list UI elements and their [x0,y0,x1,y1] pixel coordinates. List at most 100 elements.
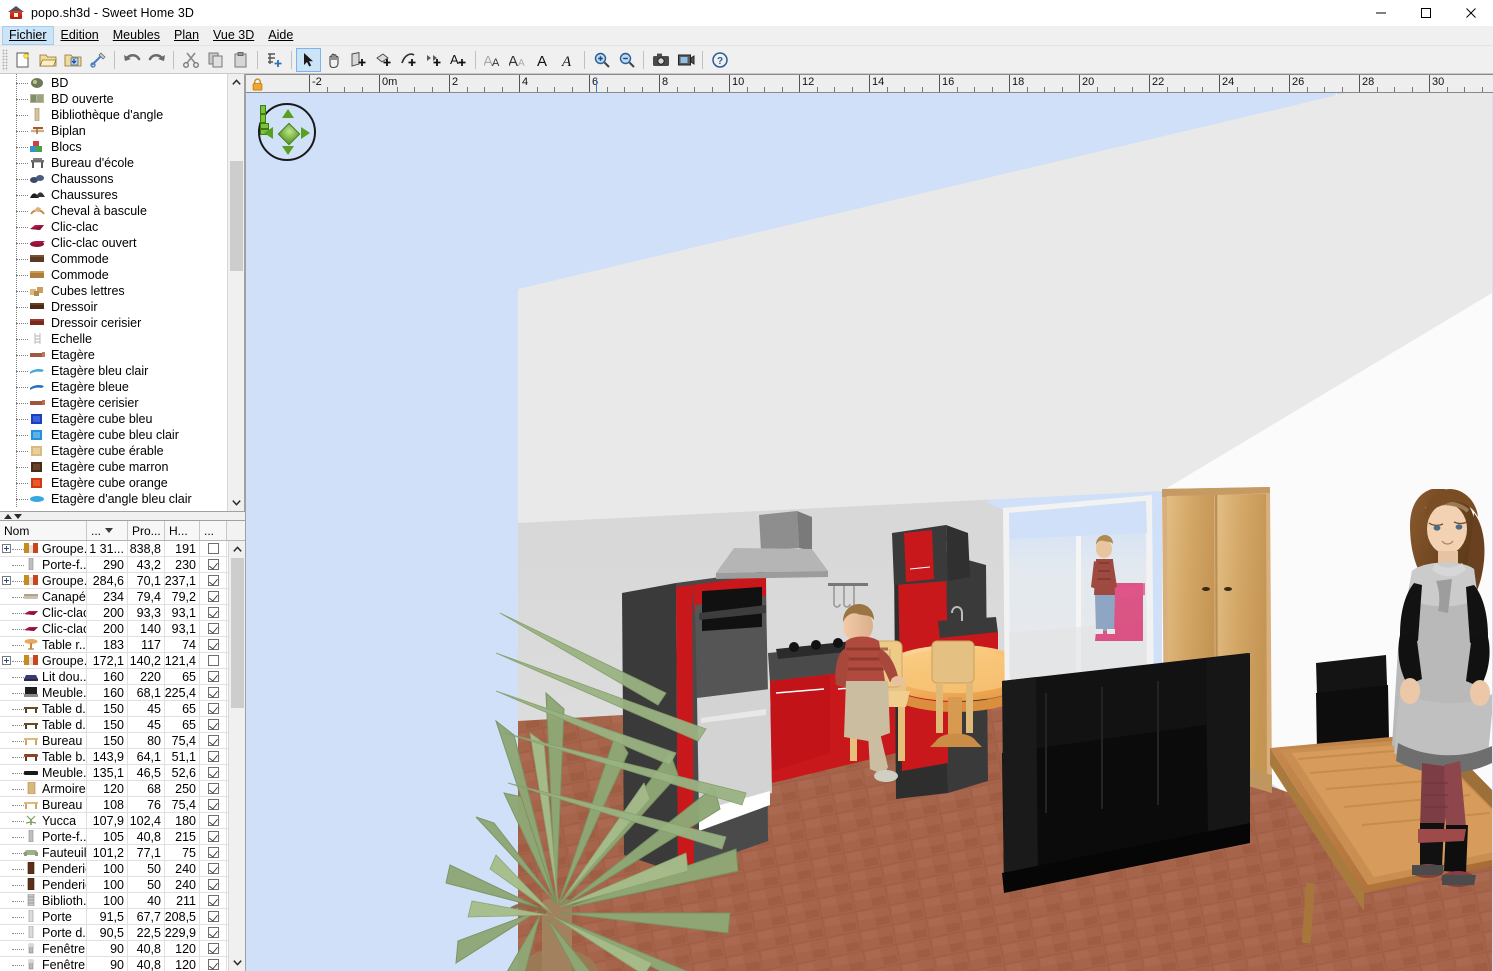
furniture-scroll-down-button[interactable] [229,954,245,971]
cell-visible[interactable] [200,781,227,796]
cell-visible[interactable] [200,557,227,572]
cell-depth[interactable]: 64,1 [128,749,165,764]
catalog-item[interactable]: Etagère cube marron [0,459,227,475]
visibility-checkbox[interactable] [208,911,219,922]
cell-width[interactable]: 100 [87,877,128,892]
cell-width[interactable]: 105 [87,829,128,844]
increase-text-size-icon[interactable]: AA [480,48,505,72]
visibility-checkbox[interactable] [208,623,219,634]
catalog-item[interactable]: Etagère d'angle bleu clair [0,491,227,507]
cell-width[interactable]: 290 [87,557,128,572]
select-tool-icon[interactable] [296,48,321,72]
cell-name[interactable]: Clic-clac [0,621,87,636]
cell-visible[interactable] [200,925,227,940]
furniture-scroll-thumb[interactable] [231,558,244,708]
italic-icon[interactable]: A [555,48,580,72]
cell-width[interactable]: 100 [87,861,128,876]
nav-center-knob[interactable] [278,123,301,146]
cell-visible[interactable] [200,653,227,668]
cell-depth[interactable]: 68,1 [128,685,165,700]
table-row[interactable]: Canapé23479,479,2 [0,589,228,605]
cell-name[interactable]: Yucca [0,813,87,828]
visibility-checkbox[interactable] [208,815,219,826]
bold-icon[interactable]: A [530,48,555,72]
cell-name[interactable]: Biblioth... [0,893,87,908]
redo-icon[interactable] [144,48,169,72]
cell-height[interactable]: 51,1 [165,749,200,764]
panel-splitter[interactable] [0,512,245,521]
catalog-item[interactable]: Cubes lettres [0,283,227,299]
cell-width[interactable]: 90 [87,957,128,971]
decrease-text-size-icon[interactable]: AA [505,48,530,72]
table-row[interactable]: Meuble...135,146,552,6 [0,765,228,781]
visibility-checkbox[interactable] [208,543,219,554]
visibility-checkbox[interactable] [208,575,219,586]
add-text-icon[interactable]: A [446,48,471,72]
cell-depth[interactable]: 220 [128,669,165,684]
visibility-checkbox[interactable] [208,687,219,698]
cell-depth[interactable]: 140 [128,621,165,636]
cell-visible[interactable] [200,941,227,956]
cell-depth[interactable]: 93,3 [128,605,165,620]
cell-width[interactable]: 234 [87,589,128,604]
catalog-item[interactable]: Etagère [0,347,227,363]
column-header-visible[interactable]: ... [200,521,227,540]
cell-depth[interactable]: 68 [128,781,165,796]
cell-depth[interactable]: 80 [128,733,165,748]
cell-width[interactable]: 135,1 [87,765,128,780]
cell-visible[interactable] [200,605,227,620]
catalog-item[interactable]: Biplan [0,123,227,139]
horizontal-ruler[interactable]: -20m24681012141618202224262830 [246,74,1493,93]
cell-height[interactable]: 93,1 [165,621,200,636]
cell-depth[interactable]: 45 [128,717,165,732]
visibility-checkbox[interactable] [208,799,219,810]
catalog-item[interactable]: Bibliothèque d'angle [0,107,227,123]
visibility-checkbox[interactable] [208,719,219,730]
catalog-item[interactable]: Etagère bleu clair [0,363,227,379]
lock-icon[interactable] [251,78,264,91]
visibility-checkbox[interactable] [208,767,219,778]
catalog-item[interactable]: Echelle [0,331,227,347]
table-row[interactable]: Fauteuil101,277,175 [0,845,228,861]
cell-depth[interactable]: 117 [128,637,165,652]
cell-height[interactable]: 52,6 [165,765,200,780]
cell-height[interactable]: 65 [165,717,200,732]
paste-icon[interactable] [228,48,253,72]
cell-name[interactable]: Penderie [0,861,87,876]
cell-depth[interactable]: 40,8 [128,957,165,971]
toolbar-grip[interactable] [2,49,8,71]
cell-height[interactable]: 121,4 [165,653,200,668]
cell-width[interactable]: 150 [87,701,128,716]
maximize-button[interactable] [1403,0,1448,26]
visibility-checkbox[interactable] [208,607,219,618]
cell-width[interactable]: 120 [87,781,128,796]
cell-height[interactable]: 79,2 [165,589,200,604]
cell-name[interactable]: Canapé [0,589,87,604]
table-row[interactable]: Biblioth...10040211 [0,893,228,909]
cell-depth[interactable]: 43,2 [128,557,165,572]
cell-depth[interactable]: 67,7 [128,909,165,924]
visibility-checkbox[interactable] [208,879,219,890]
cell-width[interactable]: 143,9 [87,749,128,764]
table-row[interactable]: Bureau1087675,4 [0,797,228,813]
catalog-item[interactable]: Chaussons [0,171,227,187]
cell-name[interactable]: Porte-f... [0,557,87,572]
catalog-item[interactable]: Dressoir cerisier [0,315,227,331]
expand-group-icon[interactable] [2,544,11,553]
catalog-item[interactable]: Commode [0,267,227,283]
cell-depth[interactable]: 50 [128,877,165,892]
cell-name[interactable]: Groupe... [0,573,87,588]
cell-width[interactable]: 183 [87,637,128,652]
cell-name[interactable]: Groupe... [0,541,87,556]
cell-visible[interactable] [200,573,227,588]
cell-visible[interactable] [200,621,227,636]
video-create-icon[interactable] [673,48,698,72]
table-row[interactable]: Groupe...1 31...838,8191 [0,541,228,557]
cell-depth[interactable]: 76 [128,797,165,812]
create-dimension-icon[interactable] [421,48,446,72]
cell-depth[interactable]: 22,5 [128,925,165,940]
cell-name[interactable]: Fenêtre [0,957,87,971]
cell-visible[interactable] [200,685,227,700]
furniture-catalog-tree[interactable]: BDBD ouverteBibliothèque d'angleBiplanBl… [0,74,245,512]
cell-width[interactable]: 91,5 [87,909,128,924]
